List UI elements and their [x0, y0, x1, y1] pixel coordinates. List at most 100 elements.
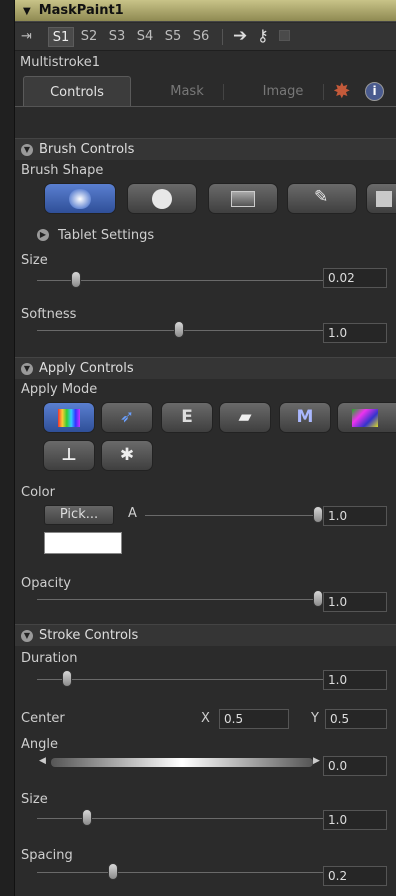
brush-circle-button[interactable]	[127, 183, 197, 214]
tablet-settings-label: Tablet Settings	[58, 228, 155, 243]
angle-right-arrow-icon[interactable]: ▶	[313, 756, 320, 766]
angle-left-arrow-icon[interactable]: ◀	[39, 756, 46, 766]
delete-icon[interactable]	[279, 30, 290, 41]
merge-mode-icon: M	[296, 407, 314, 427]
stroke-s4-button[interactable]: S4	[132, 27, 158, 47]
opacity-label: Opacity	[21, 576, 72, 591]
stroke-size-slider-track[interactable]	[37, 818, 323, 819]
color-mode-icon	[58, 409, 80, 427]
tab-underline	[15, 106, 396, 107]
tab-divider	[223, 84, 224, 100]
mode-stamp-button[interactable]: ⊥	[43, 440, 95, 471]
stroke-s2-button[interactable]: S2	[76, 27, 102, 47]
brush-soft-button[interactable]	[44, 183, 116, 214]
section-title: Brush Controls	[39, 142, 135, 157]
center-y-label: Y	[311, 711, 319, 726]
alpha-slider-knob[interactable]	[313, 506, 323, 523]
tab-controls[interactable]: Controls	[23, 76, 131, 107]
soft-brush-icon	[69, 189, 91, 209]
alpha-value-field[interactable]: 1.0	[323, 506, 387, 526]
stamp-icon: ⊥	[61, 445, 77, 465]
stroke-s3-button[interactable]: S3	[104, 27, 130, 47]
mode-clone-button[interactable]: ➶	[101, 402, 153, 433]
opacity-slider-knob[interactable]	[313, 590, 323, 607]
duration-slider-knob[interactable]	[62, 670, 73, 687]
opacity-value-field[interactable]: 1.0	[323, 592, 387, 612]
stroke-s1-button[interactable]: S1	[48, 27, 74, 47]
brush-stroke-icon: ➶	[119, 407, 135, 427]
pin-icon[interactable]: ⇥	[21, 29, 32, 44]
spacing-label: Spacing	[21, 848, 73, 863]
mode-emboss-button[interactable]: E	[161, 402, 213, 433]
size-label: Size	[21, 253, 48, 268]
circle-brush-icon	[152, 189, 172, 209]
info-icon[interactable]: i	[365, 82, 384, 101]
section-brush-controls[interactable]: ▼ Brush Controls	[15, 138, 396, 160]
smear-icon: ✱	[119, 445, 135, 465]
stroke-size-slider-knob[interactable]	[81, 809, 92, 826]
stroke-s5-button[interactable]: S5	[160, 27, 186, 47]
tab-divider	[323, 84, 324, 100]
collapse-arrow-icon[interactable]: ▼	[23, 6, 31, 17]
spacing-slider-knob[interactable]	[108, 863, 119, 880]
pen-icon: ✎	[314, 187, 329, 207]
brush-square-button[interactable]	[366, 183, 396, 214]
tab-image[interactable]: Image	[243, 76, 323, 107]
collapse-arrow-icon: ▼	[21, 363, 33, 375]
section-apply-controls[interactable]: ▼ Apply Controls	[15, 357, 396, 379]
toolbar-divider	[222, 29, 223, 45]
angle-thumbwheel[interactable]	[51, 758, 313, 767]
opacity-slider-track[interactable]	[37, 599, 323, 600]
wire-mode-icon	[352, 409, 378, 427]
duration-value-field[interactable]: 1.0	[323, 670, 387, 690]
key-icon[interactable]: ⚷	[257, 26, 269, 45]
settings-gear-icon[interactable]: ✸	[333, 79, 351, 103]
expand-arrow-icon[interactable]: ▶	[37, 229, 49, 241]
node-header[interactable]: ▼ MaskPaint1	[15, 0, 396, 22]
collapse-arrow-icon: ▼	[21, 630, 33, 642]
center-x-label: X	[201, 711, 210, 726]
stroke-name: Multistroke1	[20, 55, 100, 70]
mode-erase-button[interactable]: ▰	[219, 402, 271, 433]
stroke-size-value-field[interactable]: 1.0	[323, 810, 387, 830]
brush-image-button[interactable]	[208, 183, 278, 214]
image-brush-icon	[231, 191, 255, 207]
section-title: Stroke Controls	[39, 628, 139, 643]
mode-wire-button[interactable]	[337, 402, 396, 433]
color-label: Color	[21, 485, 55, 500]
mode-merge-button[interactable]: M	[279, 402, 331, 433]
size-slider-knob[interactable]	[71, 271, 82, 288]
duration-label: Duration	[21, 651, 78, 666]
stroke-size-label: Size	[21, 792, 48, 807]
spacing-value-field[interactable]: 0.2	[323, 866, 387, 886]
mode-color-button[interactable]	[43, 402, 95, 433]
softness-slider-knob[interactable]	[174, 321, 185, 338]
center-y-field[interactable]: 0.5	[325, 709, 387, 729]
duration-slider-track[interactable]	[37, 679, 323, 680]
brush-shape-label: Brush Shape	[21, 163, 104, 178]
brush-pen-button[interactable]: ✎	[287, 183, 357, 214]
section-stroke-controls[interactable]: ▼ Stroke Controls	[15, 624, 396, 646]
stroke-s6-button[interactable]: S6	[188, 27, 214, 47]
center-x-field[interactable]: 0.5	[219, 709, 289, 729]
angle-value-field[interactable]: 0.0	[323, 756, 387, 776]
arrow-right-icon[interactable]: ➔	[233, 26, 247, 46]
pick-color-button[interactable]: Pick...	[44, 505, 114, 525]
alpha-slider-track[interactable]	[145, 515, 323, 516]
alpha-label: A	[128, 506, 137, 521]
spacing-slider-track[interactable]	[37, 872, 323, 873]
softness-value-field[interactable]: 1.0	[323, 323, 387, 343]
center-label: Center	[21, 711, 65, 726]
node-title: MaskPaint1	[38, 3, 124, 18]
inspector-panel: ▼ MaskPaint1 ⇥ S1 S2 S3 S4 S5 S6 ➔ ⚷ Mult…	[14, 0, 396, 896]
color-swatch[interactable]	[44, 532, 122, 554]
eraser-icon: ▰	[238, 407, 252, 427]
size-value-field[interactable]: 0.02	[323, 268, 387, 288]
mode-smear-button[interactable]: ✱	[101, 440, 153, 471]
angle-label: Angle	[21, 737, 58, 752]
stroke-toolbar: ⇥ S1 S2 S3 S4 S5 S6 ➔ ⚷	[15, 23, 396, 51]
collapse-arrow-icon: ▼	[21, 144, 33, 156]
square-brush-icon	[376, 191, 392, 207]
tab-mask[interactable]: Mask	[147, 76, 227, 107]
emboss-mode-icon: E	[181, 407, 193, 427]
